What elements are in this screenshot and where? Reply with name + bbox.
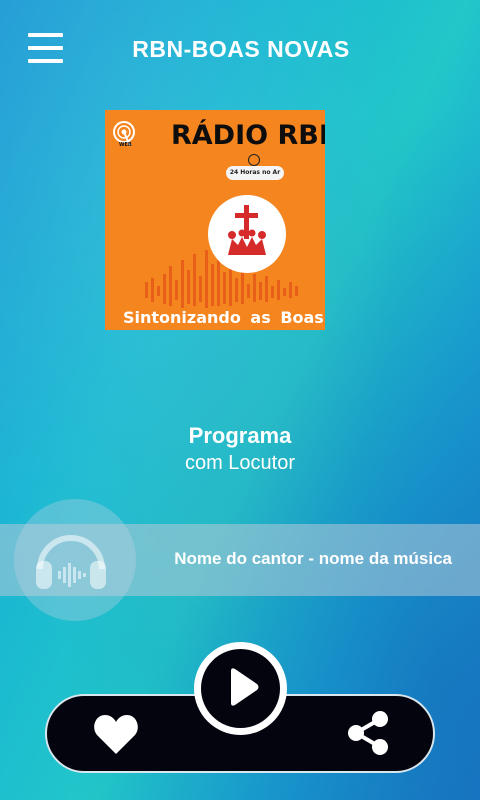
cover-badge: 24 Horas no Ar — [226, 166, 284, 180]
track-title: Nome do cantor - nome da música — [174, 549, 452, 568]
church-emblem — [208, 195, 286, 273]
broadcast-icon — [113, 121, 135, 147]
hamburger-menu-icon — [28, 33, 63, 37]
play-button-inner — [201, 649, 280, 728]
cover-slogan: Sintonizando as Boas — [123, 308, 324, 327]
cross-icon — [228, 205, 266, 255]
station-cover-art: WEB RÁDIO RBN 24 Horas no Ar Sintonizand… — [105, 110, 325, 330]
play-icon — [231, 668, 259, 706]
share-icon[interactable] — [346, 709, 390, 757]
program-host: com Locutor — [184, 452, 296, 474]
headphones-icon — [36, 535, 106, 589]
menu-button[interactable] — [28, 33, 64, 63]
program-name: Programa — [188, 423, 292, 448]
cover-title: RÁDIO RBN — [171, 120, 325, 151]
clock-icon — [248, 154, 260, 166]
program-info: Programa com Locutor — [0, 423, 480, 477]
heart-icon[interactable] — [93, 713, 139, 755]
app-title: RBN-BOAS NOVAS — [132, 36, 350, 62]
play-button[interactable] — [194, 642, 287, 735]
web-label: WEB — [119, 142, 132, 148]
